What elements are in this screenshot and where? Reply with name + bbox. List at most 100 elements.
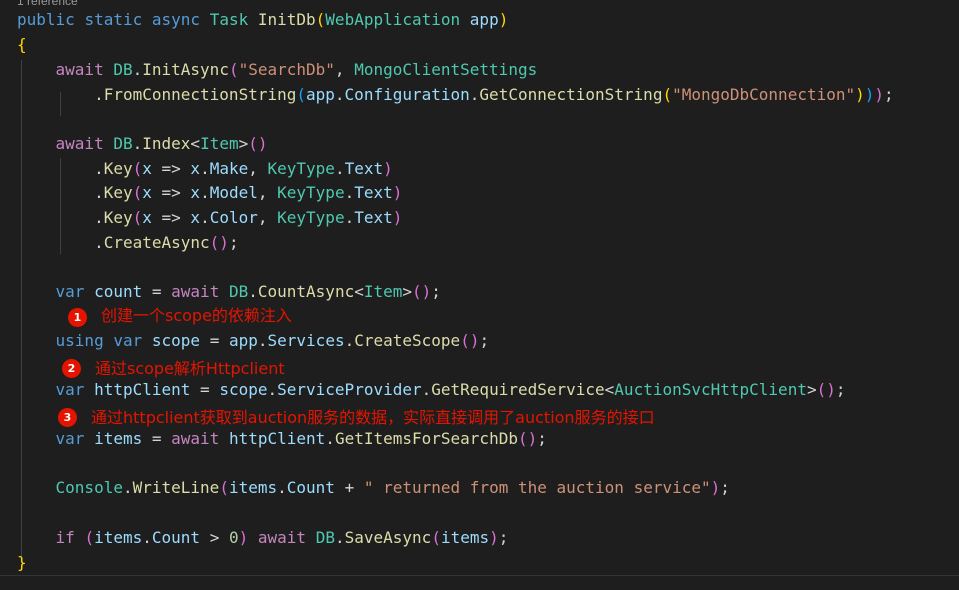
code-token: items	[94, 429, 143, 448]
code-token: (	[431, 528, 441, 547]
code-token: httpClient	[94, 380, 191, 399]
code-token: Text	[344, 159, 384, 178]
code-token: ()	[816, 380, 836, 399]
code-token: )	[238, 528, 249, 547]
code-line[interactable]: .Key(x => x.Color, KeyType.Text)	[17, 206, 402, 231]
code-token: items	[440, 528, 490, 547]
code-token: (	[132, 159, 143, 178]
code-token: .	[344, 331, 355, 350]
code-token: async	[151, 10, 201, 29]
code-token: items	[228, 478, 278, 497]
code-line[interactable]: using var scope = app.Services.CreateSco…	[17, 329, 490, 354]
code-token: DB	[113, 60, 133, 79]
code-token: .	[248, 282, 258, 301]
code-token: x	[190, 183, 201, 202]
code-token: (	[132, 208, 143, 227]
code-token: scope	[219, 380, 268, 399]
code-token: .	[421, 380, 432, 399]
code-line[interactable]: var items = await httpClient.GetItemsFor…	[17, 427, 547, 452]
code-line[interactable]: var httpClient = scope.ServiceProvider.G…	[17, 378, 846, 403]
code-line[interactable]: Console.WriteLine(items.Count + " return…	[17, 476, 730, 501]
code-token: Key	[103, 183, 133, 202]
code-token: )	[855, 85, 865, 104]
code-token: .	[200, 208, 210, 227]
code-token: httpClient	[228, 429, 326, 448]
code-token: CountAsync	[257, 282, 355, 301]
code-token: )	[874, 85, 885, 104]
annotation-badge: 2	[62, 359, 81, 378]
code-line[interactable]: .Key(x => x.Model, KeyType.Text)	[17, 181, 402, 206]
code-line[interactable]: .Key(x => x.Make, KeyType.Text)	[17, 157, 393, 182]
code-token: (	[228, 60, 239, 79]
editor-bottom-border	[0, 575, 959, 576]
code-token: var	[113, 331, 143, 350]
code-token: Color	[209, 208, 258, 227]
code-token: <	[190, 134, 201, 153]
code-token: Item	[200, 134, 239, 153]
code-token: x	[142, 208, 152, 227]
code-token: x	[142, 159, 152, 178]
code-token: .	[267, 380, 278, 399]
code-token: ;	[720, 478, 730, 497]
code-token: await	[171, 429, 220, 448]
code-token: (	[219, 478, 229, 497]
code-line[interactable]: public static async Task InitDb(WebAppli…	[17, 8, 508, 33]
code-token: =>	[151, 208, 191, 227]
code-token: Console	[55, 478, 123, 497]
code-token: >	[238, 134, 249, 153]
code-token: ()	[517, 429, 538, 448]
code-token: .	[469, 85, 480, 104]
code-token: )	[392, 183, 403, 202]
code-token: Text	[354, 183, 393, 202]
code-token: GetConnectionString	[479, 85, 663, 104]
code-token: )	[864, 85, 875, 104]
code-editor[interactable]: 1 reference public static async Task Ini…	[0, 0, 959, 590]
code-token: GetRequiredService	[431, 380, 605, 399]
code-line[interactable]: await DB.Index<Item>()	[17, 132, 268, 157]
code-token: KeyType	[277, 208, 345, 227]
code-token: (	[662, 85, 673, 104]
code-token: .	[17, 208, 104, 227]
code-token: )	[710, 478, 721, 497]
code-token: .	[325, 429, 335, 448]
code-token: Services	[267, 331, 345, 350]
annotation-text: 通过scope解析Httpclient	[95, 359, 285, 378]
code-token: =>	[151, 183, 191, 202]
code-token: Text	[354, 208, 393, 227]
code-token: )	[392, 208, 403, 227]
code-line[interactable]: if (items.Count > 0) await DB.SaveAsync(…	[17, 526, 509, 551]
code-line[interactable]: await DB.InitAsync("SearchDb", MongoClie…	[17, 58, 538, 83]
code-line[interactable]: var count = await DB.CountAsync<Item>();	[17, 280, 441, 305]
code-token: ()	[460, 331, 480, 350]
code-line[interactable]: }	[17, 551, 27, 576]
code-token: .	[17, 183, 104, 202]
code-line[interactable]: .FromConnectionString(app.Configuration.…	[17, 83, 894, 108]
code-token: WriteLine	[132, 478, 220, 497]
code-token: Key	[103, 208, 133, 227]
code-token: Task	[209, 10, 249, 29]
code-token: CreateAsync	[103, 233, 210, 252]
code-line[interactable]: .CreateAsync();	[17, 231, 239, 256]
code-token: if	[55, 528, 75, 547]
code-token: .	[334, 85, 345, 104]
code-token: =	[142, 429, 172, 448]
code-line[interactable]: {	[17, 33, 27, 58]
code-token: GetItemsForSearchDb	[334, 429, 518, 448]
code-token: DB	[228, 282, 249, 301]
code-token: " returned from the auction service"	[363, 478, 711, 497]
annotation-badge: 3	[58, 408, 77, 427]
code-token: }	[17, 553, 27, 572]
code-token: .	[17, 233, 104, 252]
codelens-references[interactable]: 1 reference	[17, 0, 78, 8]
code-token: app	[306, 85, 335, 104]
